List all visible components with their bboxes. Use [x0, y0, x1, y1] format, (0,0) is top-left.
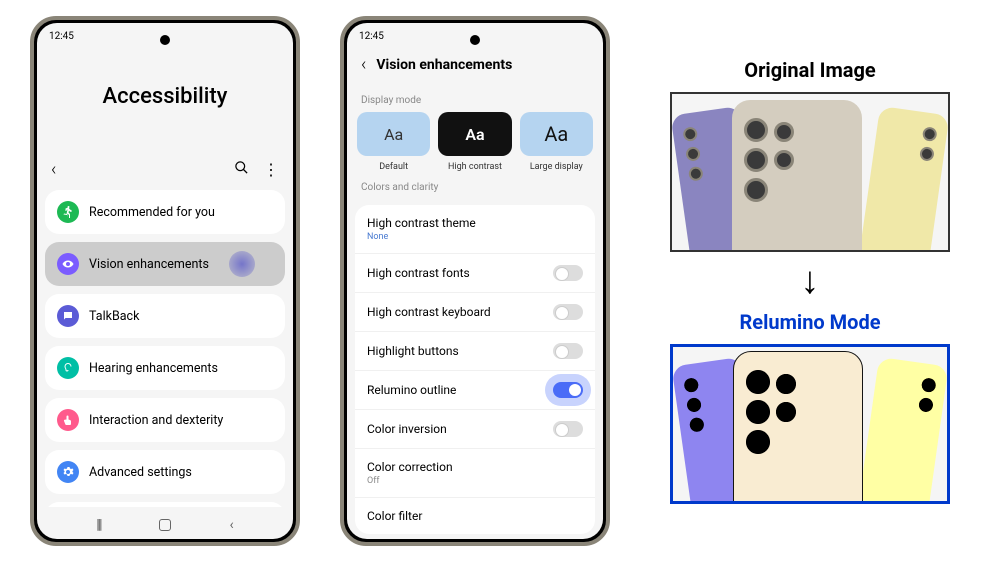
back-icon[interactable]: ‹ [51, 159, 56, 180]
toggle-ci[interactable] [553, 421, 583, 437]
touch-ripple [229, 251, 255, 277]
comparison-column: Original Image ↓ Relumino Mode [650, 58, 970, 504]
original-image [670, 92, 950, 252]
relumino-image [670, 344, 950, 504]
page-title: Accessibility [37, 84, 293, 109]
camera-hole [470, 35, 480, 45]
touch-icon [57, 409, 79, 431]
toggle-hck[interactable] [553, 304, 583, 320]
run-icon [57, 201, 79, 223]
menu-interaction[interactable]: Interaction and dexterity [45, 398, 285, 442]
android-navbar: ||| ‹ [37, 507, 293, 539]
row-color-inversion[interactable]: Color inversion [355, 410, 595, 449]
menu-talkback[interactable]: TalkBack [45, 294, 285, 338]
row-high-contrast-keyboard[interactable]: High contrast keyboard [355, 293, 595, 332]
menu-advanced[interactable]: Advanced settings [45, 450, 285, 494]
page-title: Vision enhancements [376, 57, 512, 73]
phone-vision-enhancements: 12:45 ‹ Vision enhancements Display mode… [340, 16, 610, 546]
toggle-hcf[interactable] [553, 265, 583, 281]
row-color-correction[interactable]: Color correctionOff [355, 449, 595, 498]
mode-default[interactable]: Aa Default [357, 112, 430, 172]
menu-installed-apps[interactable]: Installed apps [45, 502, 285, 507]
eye-icon [57, 253, 79, 275]
chat-icon [57, 305, 79, 327]
label-relumino: Relumino Mode [739, 310, 880, 334]
search-icon[interactable] [234, 160, 249, 179]
arrow-down-icon: ↓ [801, 262, 820, 300]
camera-hole [160, 35, 170, 45]
row-color-filter[interactable]: Color filter [355, 498, 595, 534]
more-icon[interactable]: ⋮ [263, 160, 279, 179]
row-relumino-outline[interactable]: Relumino outline [355, 371, 595, 410]
ear-icon [57, 357, 79, 379]
row-highlight-buttons[interactable]: Highlight buttons [355, 332, 595, 371]
toggle-relumino[interactable] [553, 382, 583, 398]
section-display-mode: Display mode [347, 89, 603, 112]
mode-high-contrast[interactable]: Aa High contrast [438, 112, 511, 172]
nav-back[interactable]: ‹ [230, 517, 234, 533]
back-icon[interactable]: ‹ [361, 54, 366, 75]
row-high-contrast-theme[interactable]: High contrast themeNone [355, 205, 595, 254]
menu-vision-enhancements[interactable]: Vision enhancements [45, 242, 285, 286]
label-original: Original Image [744, 58, 875, 82]
android-navbar: ||| ‹ [347, 534, 603, 539]
toggle-hb[interactable] [553, 343, 583, 359]
nav-home[interactable] [159, 519, 171, 531]
phone-accessibility: 12:45 Accessibility ‹ ⋮ Recommended for … [30, 16, 300, 546]
section-colors-clarity: Colors and clarity [347, 176, 603, 199]
nav-recent[interactable]: ||| [96, 517, 100, 533]
menu-hearing[interactable]: Hearing enhancements [45, 346, 285, 390]
row-high-contrast-fonts[interactable]: High contrast fonts [355, 254, 595, 293]
gear-icon [57, 461, 79, 483]
mode-large-display[interactable]: Aa Large display [520, 112, 593, 172]
menu-recommended[interactable]: Recommended for you [45, 190, 285, 234]
